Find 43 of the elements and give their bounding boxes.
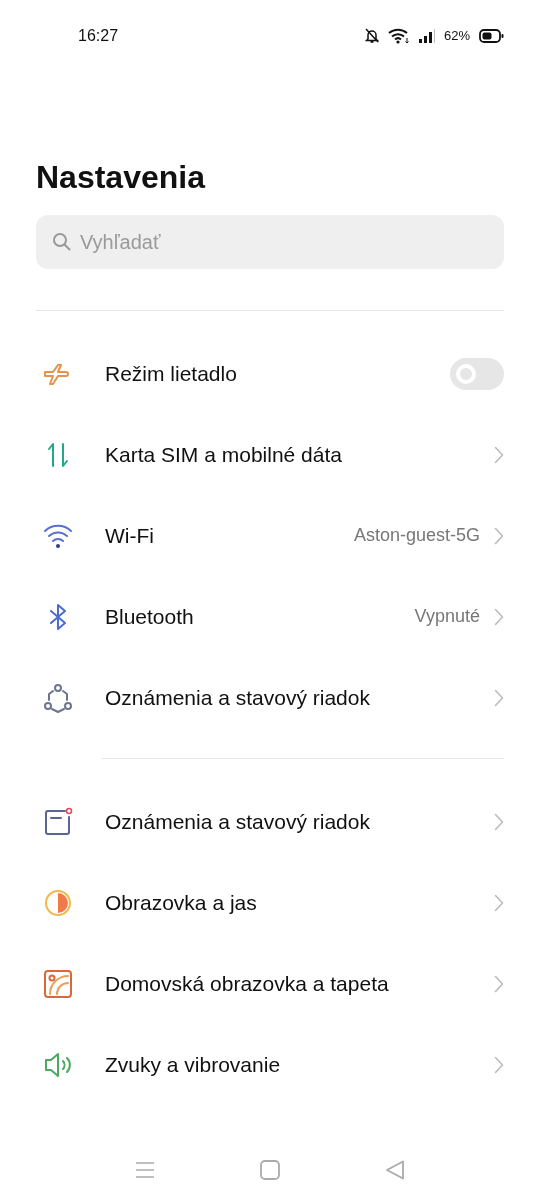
toggle-switch[interactable] <box>450 357 504 390</box>
page-title: Nastavenia <box>36 158 207 196</box>
settings-row[interactable]: Bluetooth Vypnuté <box>0 576 540 657</box>
row-value: Aston-guest-5G <box>353 524 480 547</box>
settings-row[interactable]: Oznámenia a stavový riadok <box>0 657 540 738</box>
menu-icon[interactable] <box>135 1161 155 1179</box>
muted-bell-icon <box>364 28 379 44</box>
search-field[interactable]: Vyhľadať <box>36 215 504 269</box>
chevron-icon <box>494 607 504 626</box>
chevron-icon <box>494 688 504 707</box>
settings-row[interactable]: Wi-Fi Aston-guest-5G <box>0 495 540 576</box>
row-label: Režim lietadlo <box>105 360 238 387</box>
wallpaper-icon <box>42 967 74 1000</box>
row-label: Oznámenia a stavový riadok <box>105 808 371 835</box>
settings-row[interactable]: Zvuky a vibrovanie <box>0 1024 540 1105</box>
settings-row[interactable]: Oznámenia a stavový riadok <box>0 781 540 862</box>
settings-row[interactable]: Režim lietadlo <box>0 333 540 414</box>
chevron-icon <box>494 974 504 993</box>
row-label: Oznámenia a stavový riadok <box>105 684 371 711</box>
row-value: Vypnuté <box>414 605 480 628</box>
row-label: Domovská obrazovka a tapeta <box>105 970 390 997</box>
notification-panel-icon <box>42 805 74 838</box>
chevron-icon <box>494 445 504 464</box>
signal-icon <box>418 29 435 43</box>
row-label: Karta SIM a mobilné dáta <box>105 441 343 468</box>
battery-icon <box>479 29 504 43</box>
settings-row[interactable]: Domovská obrazovka a tapeta <box>0 943 540 1024</box>
chevron-icon <box>494 1055 504 1074</box>
row-label: Bluetooth <box>105 603 195 630</box>
connected-nodes-icon <box>42 681 74 714</box>
wifi-icon <box>387 28 410 44</box>
chevron-icon <box>494 526 504 545</box>
row-label: Zvuky a vibrovanie <box>105 1051 282 1078</box>
back-icon[interactable] <box>385 1160 405 1180</box>
row-label: Wi-Fi <box>105 522 155 549</box>
chevron-icon <box>494 812 504 831</box>
settings-row[interactable]: Obrazovka a jas <box>0 862 540 943</box>
chevron-icon <box>494 893 504 912</box>
row-label: Obrazovka a jas <box>105 889 258 916</box>
battery-percent: 62% <box>443 27 470 46</box>
home-icon[interactable] <box>260 1160 280 1180</box>
settings-row[interactable]: Karta SIM a mobilné dáta <box>0 414 540 495</box>
clock: 16:27 <box>78 26 119 46</box>
